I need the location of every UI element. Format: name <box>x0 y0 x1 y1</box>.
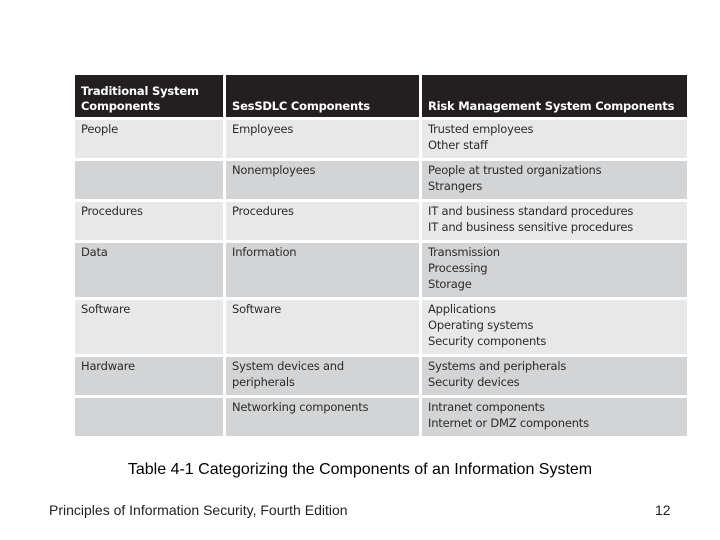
cell-risk-management: Applications Operating systems Security co… <box>422 300 687 354</box>
cell-line: Nonemployees <box>232 163 316 177</box>
cell-traditional <box>75 398 223 436</box>
table-row: Networking components Intranet components… <box>75 398 687 436</box>
components-table-container: Traditional System Components SesSDLC Co… <box>75 75 687 436</box>
cell-traditional: Software <box>75 300 223 354</box>
cell-line: Employees <box>232 122 294 136</box>
cell-line: System devices and <box>232 359 344 373</box>
table-row: People Employees Trusted employees Other st… <box>75 120 687 158</box>
table-header-row: Traditional System Components SesSDLC Co… <box>75 75 687 117</box>
cell-risk-management: Transmission Processing Storage <box>422 243 687 297</box>
cell-line: Networking components <box>232 400 369 414</box>
cell-line: Operating systems <box>428 318 534 332</box>
table-caption: Table 4-1 Categorizing the Components of… <box>127 461 593 478</box>
cell-line: IT and business sensitive procedures <box>428 220 634 234</box>
table-row: Data Information Transmission Processing Sto… <box>75 243 687 297</box>
table-row: Nonemployees People at trusted organizati… <box>75 161 687 199</box>
footer-page-number: 12 <box>655 502 671 518</box>
cell-line: Systems and peripherals <box>428 359 567 373</box>
cell-line: IT and business standard procedures <box>428 204 634 218</box>
cell-traditional: Data <box>75 243 223 297</box>
cell-secsdlc: System devices and peripherals <box>226 357 419 395</box>
table-row: Procedures Procedures IT and business stan… <box>75 202 687 240</box>
cell-secsdlc: Procedures <box>226 202 419 240</box>
cell-line: peripherals <box>232 375 295 389</box>
cell-line: Software <box>81 302 131 316</box>
cell-traditional: Hardware <box>75 357 223 395</box>
cell-line: Procedures <box>81 204 143 218</box>
cell-line: Data <box>81 245 108 259</box>
cell-risk-management: IT and business standard procedures IT an… <box>422 202 687 240</box>
cell-line: Other staff <box>428 138 488 152</box>
footer-book-title: Principles of Information Security, Four… <box>49 502 348 518</box>
cell-line: Internet or DMZ components <box>428 416 589 430</box>
cell-risk-management: Systems and peripherals Security devices <box>422 357 687 395</box>
cell-line: Software <box>232 302 282 316</box>
components-table: Traditional System Components SesSDLC Co… <box>72 72 690 439</box>
table-row: Hardware System devices and peripherals Sys… <box>75 357 687 395</box>
header-traditional-components: Traditional System Components <box>75 75 223 117</box>
cell-line: Information <box>232 245 297 259</box>
cell-risk-management: Trusted employees Other staff <box>422 120 687 158</box>
cell-risk-management: People at trusted organizations Strangers <box>422 161 687 199</box>
cell-line: People <box>81 122 119 136</box>
cell-line: Hardware <box>81 359 135 373</box>
cell-line: Storage <box>428 277 472 291</box>
cell-line: Intranet components <box>428 400 545 414</box>
table-body: People Employees Trusted employees Other st… <box>75 120 687 436</box>
cell-line: Procedures <box>232 204 294 218</box>
cell-secsdlc: Software <box>226 300 419 354</box>
cell-line: Security components <box>428 334 547 348</box>
cell-traditional <box>75 161 223 199</box>
header-secsdlc-components: SesSDLC Components <box>226 75 419 117</box>
cell-line: Security devices <box>428 375 520 389</box>
cell-line: Strangers <box>428 179 483 193</box>
cell-line: Processing <box>428 261 488 275</box>
cell-secsdlc: Nonemployees <box>226 161 419 199</box>
table-row: Software Software Applications Operating sy… <box>75 300 687 354</box>
cell-secsdlc: Employees <box>226 120 419 158</box>
cell-traditional: People <box>75 120 223 158</box>
cell-line: Applications <box>428 302 496 316</box>
cell-risk-management: Intranet components Internet or DMZ compo… <box>422 398 687 436</box>
cell-traditional: Procedures <box>75 202 223 240</box>
cell-line: Trusted employees <box>428 122 534 136</box>
cell-secsdlc: Networking components <box>226 398 419 436</box>
cell-line: Transmission <box>428 245 500 259</box>
header-risk-management-components: Risk Management System Components <box>422 75 687 117</box>
cell-line: People at trusted organizations <box>428 163 602 177</box>
cell-secsdlc: Information <box>226 243 419 297</box>
